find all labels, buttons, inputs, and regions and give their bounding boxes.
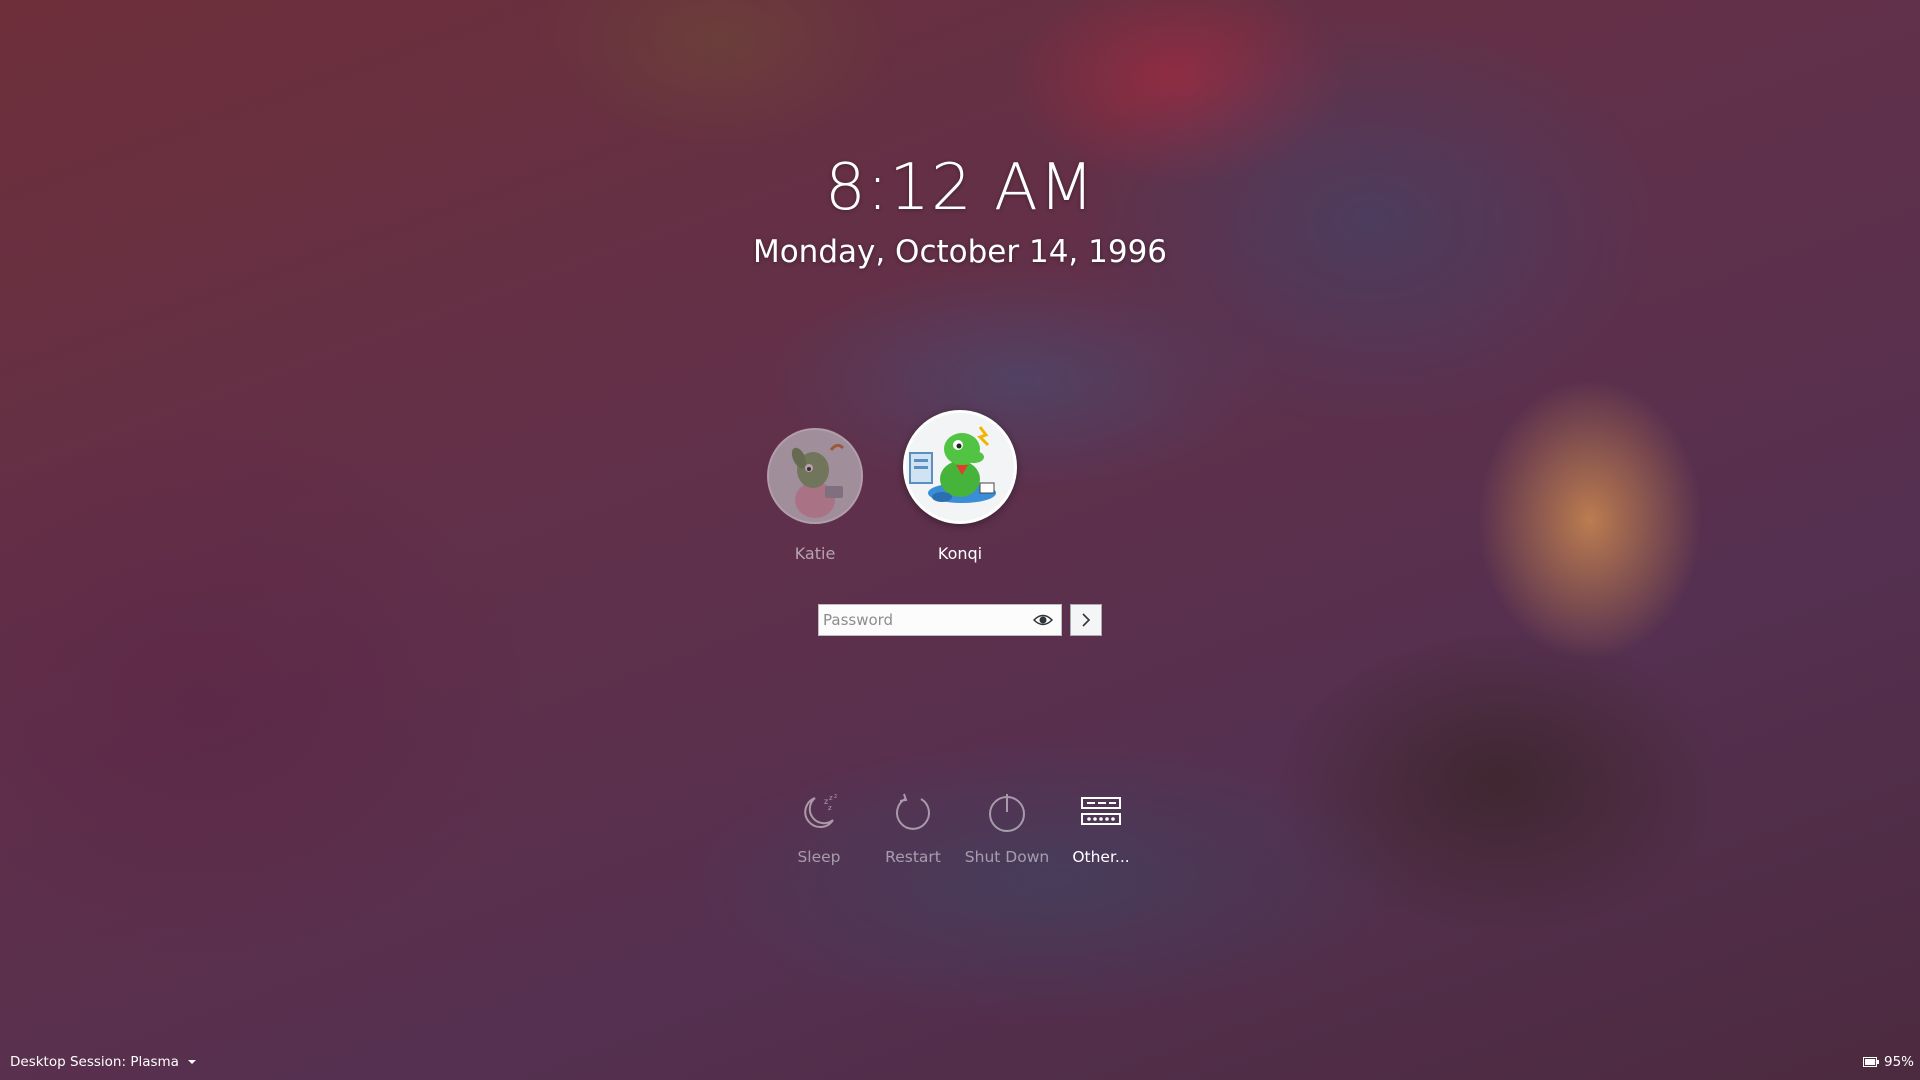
sleep-button[interactable]: z z z z Sleep: [772, 790, 866, 866]
restart-label: Restart: [885, 848, 941, 866]
session-selector[interactable]: Desktop Session: Plasma: [10, 1054, 197, 1070]
chevron-right-icon: [1082, 613, 1091, 627]
other-button[interactable]: Other...: [1054, 790, 1148, 866]
battery-percent: 95%: [1883, 1054, 1914, 1070]
user-avatar-katie[interactable]: [767, 428, 863, 524]
shutdown-icon: [989, 794, 1025, 832]
session-label: Desktop Session: Plasma: [10, 1054, 179, 1070]
sleep-label: Sleep: [797, 848, 841, 866]
lock-screen: 8:12 AM Monday, October 14, 1996 Katie K…: [0, 0, 1920, 1080]
battery-indicator: 95%: [1862, 1054, 1914, 1070]
login-row: [818, 604, 1102, 636]
chevron-down-icon: [187, 1060, 196, 1064]
svg-text:z: z: [828, 804, 832, 812]
show-password-icon[interactable]: [1032, 612, 1054, 628]
clock-date: Monday, October 14, 1996: [752, 234, 1168, 270]
user-konqi[interactable]: Konqi: [900, 410, 1020, 563]
clock-time: 8:12 AM: [824, 151, 1096, 225]
login-button[interactable]: [1070, 604, 1102, 636]
svg-text:z: z: [834, 793, 837, 800]
user-name-katie: Katie: [794, 544, 836, 563]
battery-icon: [1862, 1057, 1879, 1067]
password-field[interactable]: [818, 604, 1062, 636]
katie-avatar-image: [769, 430, 861, 522]
restart-button[interactable]: Restart: [866, 790, 960, 866]
restart-icon: [896, 793, 930, 830]
sleep-icon: z z z z: [804, 793, 837, 829]
user-katie[interactable]: Katie: [765, 428, 865, 563]
other-icon: [1081, 797, 1121, 825]
power-actions: z z z z Sleep Restart Shut Down Other...: [0, 790, 1920, 866]
shutdown-label: Shut Down: [964, 848, 1050, 866]
password-input[interactable]: [819, 605, 1023, 635]
clock: 8:12 AM Monday, October 14, 1996: [0, 150, 1920, 272]
user-avatar-konqi[interactable]: [903, 410, 1017, 524]
konqi-avatar-image: [906, 413, 1014, 521]
user-name-konqi: Konqi: [937, 544, 983, 563]
svg-text:z: z: [829, 794, 833, 802]
other-label: Other...: [1072, 848, 1130, 866]
shutdown-button[interactable]: Shut Down: [960, 790, 1054, 866]
